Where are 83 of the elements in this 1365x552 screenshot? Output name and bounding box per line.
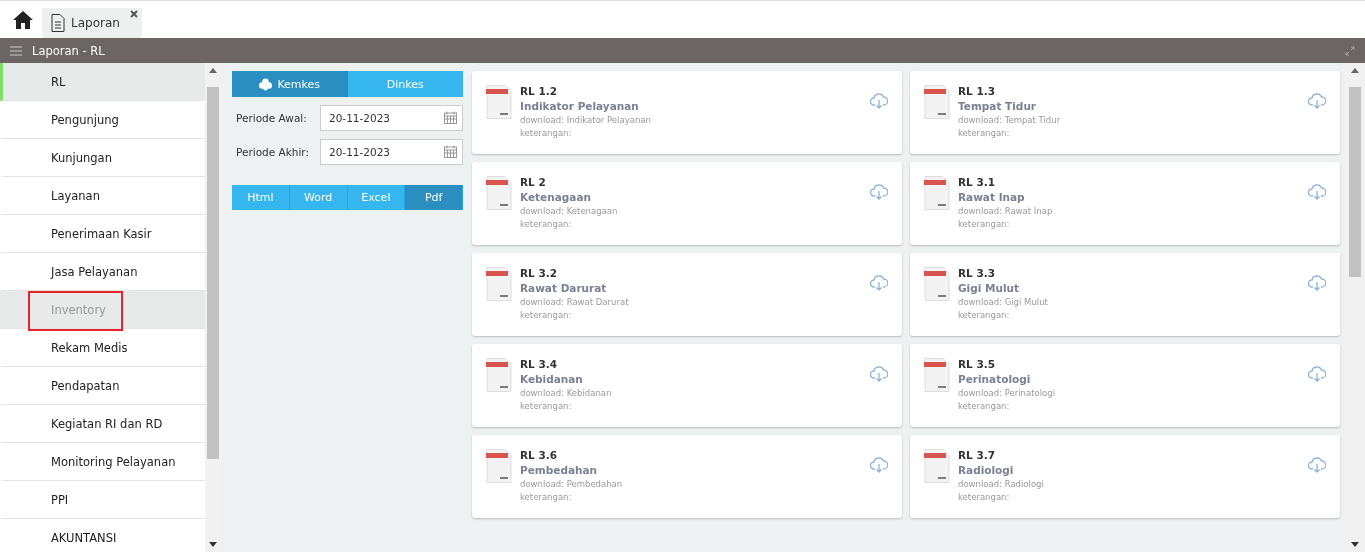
- report-title: Pembedahan: [520, 464, 599, 476]
- cloud-download-icon[interactable]: [870, 275, 888, 291]
- note-text: keterangan:: [520, 219, 573, 229]
- note-text: keterangan:: [958, 128, 1011, 138]
- document-icon: [924, 267, 950, 301]
- download-text: download: Pembedahan: [520, 479, 624, 489]
- cloud-download-icon[interactable]: [1308, 93, 1326, 109]
- document-icon: [924, 449, 950, 483]
- cloud-download-icon[interactable]: [870, 457, 888, 473]
- cloud-download-icon[interactable]: [870, 184, 888, 200]
- document-icon: [924, 176, 950, 210]
- date-field[interactable]: 20-11-2023: [320, 105, 463, 131]
- report-title: Indikator Pelayanan: [520, 100, 640, 112]
- report-title: Rawat Inap: [958, 191, 1026, 203]
- scrollbar-thumb[interactable]: [207, 87, 219, 459]
- cloud-download-icon[interactable]: [1308, 184, 1326, 200]
- download-text: download: Rawat Inap: [958, 206, 1054, 216]
- note-text: keterangan:: [520, 310, 573, 320]
- note-text: keterangan:: [958, 219, 1011, 229]
- download-text: download: Tempat Tidur: [958, 115, 1062, 125]
- calendar-icon: [444, 111, 457, 124]
- download-text: download: Indikator Pelayanan: [520, 115, 652, 125]
- flower-icon: [259, 77, 273, 91]
- report-code: RL 1.3: [958, 85, 997, 97]
- report-code: RL 3.6: [520, 449, 559, 461]
- cloud-download-icon[interactable]: [1308, 366, 1326, 382]
- field-label: Periode Awal:: [235, 112, 308, 124]
- document-icon: [486, 176, 512, 210]
- document-icon: [924, 85, 950, 119]
- report-code: RL 1.2: [520, 85, 559, 97]
- note-text: keterangan:: [520, 128, 573, 138]
- note-text: keterangan:: [520, 492, 573, 502]
- date-field[interactable]: 20-11-2023: [320, 139, 463, 165]
- cloud-download-icon[interactable]: [1308, 275, 1326, 291]
- note-text: keterangan:: [958, 492, 1011, 502]
- calendar-icon: [444, 145, 457, 158]
- expand-icon[interactable]: [1345, 45, 1355, 56]
- report-code: RL 3.2: [520, 267, 559, 279]
- document-icon: [486, 358, 512, 392]
- document-icon: [924, 358, 950, 392]
- report-code: RL 3.5: [958, 358, 997, 370]
- download-text: download: Radiologi: [958, 479, 1045, 489]
- cloud-download-icon[interactable]: [870, 366, 888, 382]
- download-text: download: Kebidanan: [520, 388, 613, 398]
- report-code: RL 3.3: [958, 267, 997, 279]
- report-code: RL 3.4: [520, 358, 559, 370]
- report-title: Gigi Mulut: [958, 282, 1020, 294]
- download-text: download: Gigi Mulut: [958, 297, 1049, 307]
- report-title: Tempat Tidur: [958, 100, 1038, 112]
- report-title: Kebidanan: [520, 373, 584, 385]
- report-title: Ketenagaan: [520, 191, 592, 203]
- tab[interactable]: Laporan: [42, 8, 142, 38]
- document-icon: [486, 449, 512, 483]
- close-icon[interactable]: [129, 10, 138, 18]
- menu-icon[interactable]: [10, 45, 22, 56]
- report-title: Radiologi: [958, 464, 1015, 476]
- report-code: RL 3.7: [958, 449, 997, 461]
- note-text: keterangan:: [958, 401, 1011, 411]
- report-code: RL 3.1: [958, 176, 997, 188]
- report-code: RL 2: [520, 176, 547, 188]
- scroll-down-icon[interactable]: [209, 542, 217, 548]
- note-text: keterangan:: [958, 310, 1011, 320]
- document-icon: [486, 267, 512, 301]
- scroll-up-icon[interactable]: [1351, 67, 1359, 73]
- scrollbar-thumb[interactable]: [1349, 87, 1361, 277]
- scroll-up-icon[interactable]: [209, 67, 217, 73]
- report-title: Rawat Darurat: [520, 282, 608, 294]
- download-text: download: Perinatologi: [958, 388, 1057, 398]
- field-label: Periode Akhir:: [235, 146, 311, 158]
- cloud-download-icon[interactable]: [1308, 457, 1326, 473]
- home-icon[interactable]: [12, 10, 34, 30]
- download-text: download: Ketenagaan: [520, 206, 619, 216]
- sidebar-item[interactable]: RL: [0, 63, 205, 101]
- source-tab[interactable]: Kemkes: [232, 71, 348, 97]
- page-title: Laporan - RL: [32, 43, 105, 58]
- format-button[interactable]: Pdf: [405, 185, 463, 210]
- report-title: Perinatologi: [958, 373, 1032, 385]
- note-text: keterangan:: [520, 401, 573, 411]
- cloud-download-icon[interactable]: [870, 93, 888, 109]
- document-icon: [51, 14, 65, 32]
- scroll-down-icon[interactable]: [1351, 542, 1359, 548]
- download-text: download: Rawat Darurat: [520, 297, 630, 307]
- document-icon: [486, 85, 512, 119]
